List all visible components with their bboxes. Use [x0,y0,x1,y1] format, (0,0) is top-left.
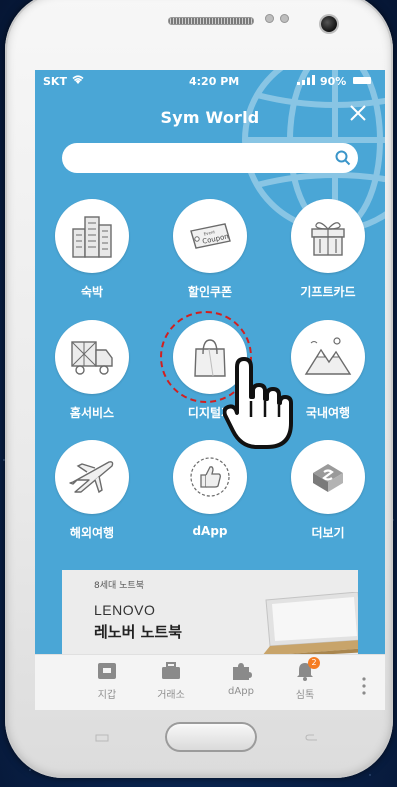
home-button[interactable] [165,722,257,752]
briefcase-icon [162,662,180,679]
category-label: 숙박 [80,285,104,299]
category-tile-giftcard[interactable]: 기프트카드 [280,199,376,300]
close-icon[interactable] [349,104,367,122]
category-label: 홈서비스 [69,406,115,420]
category-circle[interactable] [291,320,365,394]
banner-subtitle: 8세대 노트북 [94,581,144,591]
category-tile-coupon[interactable]: Event Coupon 할인쿠폰 [162,199,258,300]
building-icon [72,216,112,258]
airplane-icon [69,461,114,494]
hand-pointer-icon [223,357,293,449]
earpiece-speaker [168,17,254,25]
status-bar: SKT 4:20 PM 90% [35,70,385,92]
category-tile-domestic-travel[interactable]: 국내여행 [280,320,376,421]
phone-frame: SKT 4:20 PM 90% Sym World 숙박 Event Coupo… [5,0,393,778]
tab-simtalk[interactable]: 2 심톡 [279,657,331,701]
category-label: 기프트카드 [300,285,356,299]
promo-banner[interactable]: 8세대 노트북 LENOVO 레노버 노트북 [62,570,358,654]
category-circle[interactable] [173,440,247,514]
clock: 4:20 PM [189,75,240,88]
tab-wallet[interactable]: 지갑 [81,661,133,701]
category-label: 국내여행 [305,406,351,420]
tab-label: 심톡 [295,690,315,701]
category-circle[interactable] [55,440,129,514]
menu-key-icon[interactable] [95,734,109,742]
category-tile-overseas-travel[interactable]: 해외여행 [44,440,140,541]
laptop-image [263,592,358,654]
more-vertical-icon[interactable] [362,677,366,695]
signal-strength-icon [297,75,315,85]
carrier-label: SKT [43,75,67,88]
category-circle[interactable] [55,320,129,394]
tab-dapp[interactable]: dApp [215,661,267,697]
thumbs-up-icon [190,457,230,497]
tab-label: 지갑 [97,690,117,701]
battery-icon [353,77,371,84]
mountain-icon [304,337,352,375]
banner-brand: LENOVO [94,602,156,618]
battery-percentage: 90% [320,75,347,88]
search-icon[interactable] [335,150,351,166]
delivery-truck-icon [71,341,113,375]
category-tile-dapp[interactable]: dApp [162,440,258,538]
tab-label: dApp [228,686,254,697]
sym-world-app: SKT 4:20 PM 90% Sym World 숙박 Event Coupo… [35,70,385,654]
phone-screen: SKT 4:20 PM 90% Sym World 숙박 Event Coupo… [35,70,385,710]
category-label: 더보기 [311,526,345,540]
category-circle[interactable] [291,199,365,273]
coupon-icon: Event Coupon [190,223,231,249]
search-input[interactable] [62,143,358,173]
category-circle[interactable] [291,440,365,514]
wifi-icon [72,75,84,84]
category-label: dApp [192,524,228,538]
front-camera [321,16,337,32]
wallet-icon [98,663,116,679]
tab-exchange[interactable]: 거래소 [145,661,197,701]
category-tile-more[interactable]: 더보기 [280,440,376,541]
notification-badge: 2 [308,657,320,669]
category-circle[interactable] [55,199,129,273]
category-label: 해외여행 [69,526,115,540]
puzzle-icon [233,663,252,680]
tab-label: 거래소 [157,690,185,701]
gift-box-icon [311,222,345,256]
light-sensor [280,14,289,23]
category-tile-home-service[interactable]: 홈서비스 [44,320,140,421]
proximity-sensor [265,14,274,23]
banner-product: 레노버 노트북 [94,623,183,641]
page-title: Sym World [160,108,260,127]
brand-logo-icon [313,464,343,492]
back-key-icon[interactable] [305,734,319,742]
category-tile-lodging[interactable]: 숙박 [44,199,140,300]
category-circle[interactable]: Event Coupon [173,199,247,273]
category-label: 할인쿠폰 [187,285,233,299]
bottom-tab-bar: 지갑 거래소 dApp 2 심톡 [35,654,385,710]
